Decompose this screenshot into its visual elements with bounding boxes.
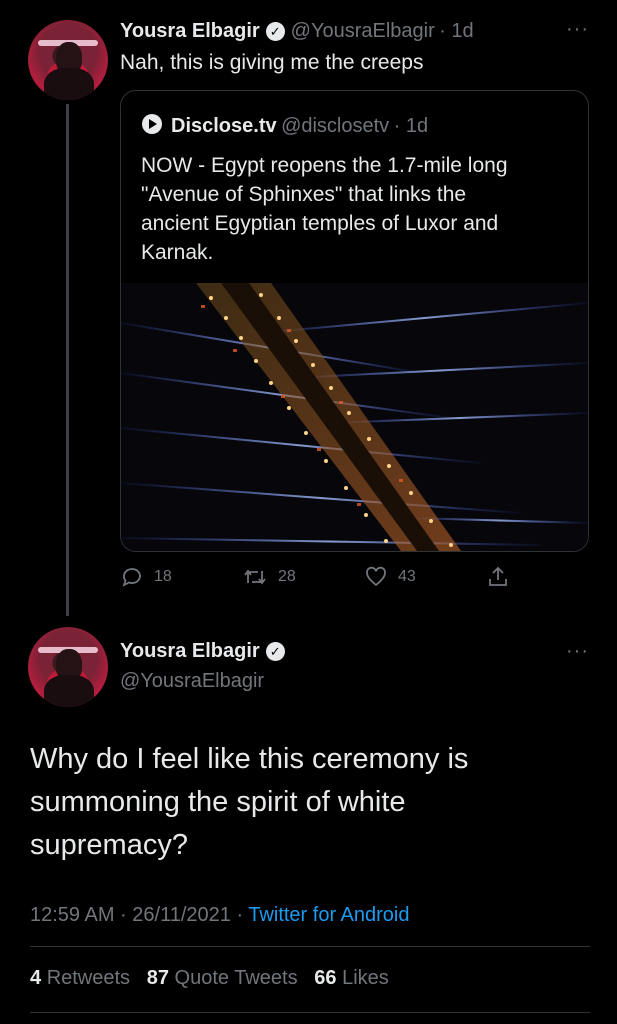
retweets-label: Retweets — [46, 967, 131, 989]
tweet-text-line: supremacy? — [30, 829, 188, 861]
share-icon — [489, 566, 507, 586]
tweet-time[interactable]: · 1d — [439, 20, 473, 42]
tweet-text-line: summoning the spirit of white — [30, 786, 406, 818]
quoted-text-line: NOW - Egypt reopens the 1.7-mile long — [141, 154, 508, 177]
author-avatar[interactable] — [28, 627, 108, 707]
quoted-text-line: ancient Egyptian temples of Luxor and — [141, 212, 499, 235]
tweet-timestamp: 12:59 AM · 26/11/2021 · Twitter for Andr… — [30, 904, 410, 927]
retweets-stat[interactable]: 4 Retweets — [30, 967, 130, 989]
divider — [30, 946, 590, 947]
quote-tweets-stat[interactable]: 87 Quote Tweets — [147, 967, 298, 989]
quoted-tweet-time: · 1d — [393, 115, 429, 137]
verified-badge-icon: ✓ — [265, 642, 285, 661]
quoted-author-handle[interactable]: @disclosetv — [281, 115, 389, 137]
reply-button[interactable]: 18 — [120, 565, 172, 589]
likes-stat[interactable]: 66 Likes — [314, 967, 389, 989]
author-avatar[interactable] — [28, 20, 108, 100]
more-horizontal-icon[interactable]: ··· — [566, 640, 589, 663]
thread-line — [66, 104, 69, 616]
disclose-logo-icon — [141, 113, 163, 140]
reply-count: 18 — [154, 568, 172, 585]
retweet-icon — [244, 569, 266, 585]
tweet-header: Yousra Elbagir ✓ @YousraElbagir · 1d — [120, 20, 474, 43]
share-button[interactable] — [486, 565, 520, 589]
reply-icon — [122, 568, 141, 587]
tweet-text: Nah, this is giving me the creeps — [120, 51, 424, 74]
main-tweet-text: Why do I feel like this ceremony is summ… — [30, 738, 590, 867]
like-count: 43 — [398, 568, 416, 585]
likes-count: 66 — [314, 967, 337, 989]
heart-icon — [366, 566, 386, 587]
like-button[interactable]: 43 — [364, 565, 416, 589]
quoted-tweet-text: NOW - Egypt reopens the 1.7-mile long "A… — [141, 151, 581, 267]
author-handle[interactable]: @YousraElbagir — [291, 20, 435, 42]
quoted-text-line: Karnak. — [141, 241, 214, 264]
author-name[interactable]: Yousra Elbagir — [120, 640, 260, 662]
more-horizontal-icon[interactable]: ··· — [566, 18, 589, 41]
likes-label: Likes — [342, 967, 389, 989]
retweet-count: 28 — [278, 568, 296, 585]
tweet-header: Yousra Elbagir ✓ — [120, 640, 291, 663]
tweet-source-link[interactable]: Twitter for Android — [248, 904, 409, 926]
quoted-media-image[interactable] — [121, 283, 588, 551]
timestamp-text[interactable]: 12:59 AM · 26/11/2021 · — [30, 904, 248, 926]
verified-badge-icon: ✓ — [265, 22, 285, 41]
quoted-tweet-header: Disclose.tv @disclosetv · 1d — [141, 113, 428, 140]
quoted-text-line: "Avenue of Sphinxes" that links the — [141, 183, 467, 206]
quotes-count: 87 — [146, 967, 169, 989]
author-name[interactable]: Yousra Elbagir — [120, 20, 260, 42]
divider — [30, 1012, 590, 1013]
quoted-author-name[interactable]: Disclose.tv — [171, 115, 277, 137]
quoted-tweet-card[interactable]: Disclose.tv @disclosetv · 1d NOW - Egypt… — [120, 90, 589, 552]
author-handle[interactable]: @YousraElbagir — [120, 670, 264, 693]
quotes-label: Quote Tweets — [174, 967, 298, 989]
retweet-button[interactable]: 28 — [242, 565, 296, 589]
retweets-count: 4 — [30, 967, 42, 989]
engagement-stats: 4 Retweets 87 Quote Tweets 66 Likes — [30, 967, 389, 990]
tweet-text-line: Why do I feel like this ceremony is — [30, 743, 469, 775]
